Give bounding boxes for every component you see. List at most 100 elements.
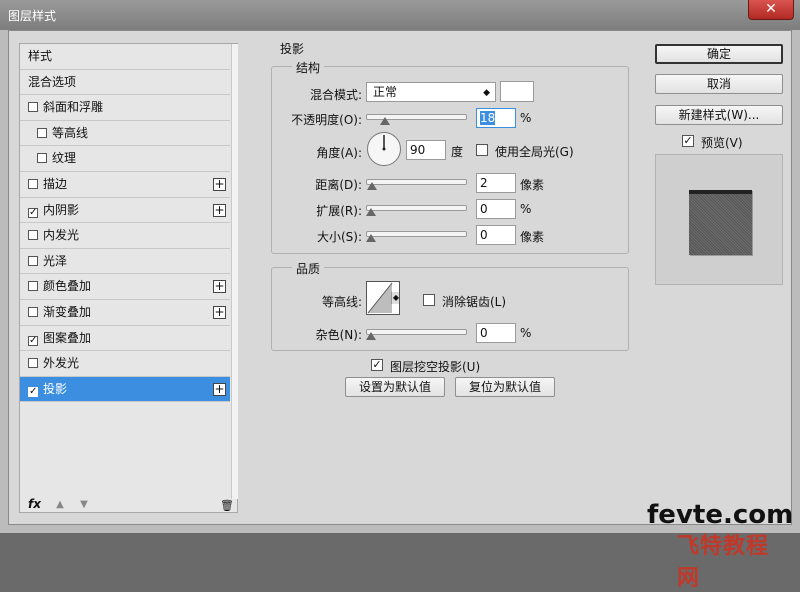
list-item-label: 样式 (28, 49, 53, 63)
noise-input[interactable]: 0 (476, 323, 516, 343)
size-unit: 像素 (520, 230, 545, 244)
size-label: 大小(S): (316, 230, 362, 244)
ok-button[interactable]: 确定 (655, 44, 783, 64)
add-effect-icon[interactable]: + (213, 382, 226, 396)
distance-slider[interactable] (366, 179, 467, 190)
list-item-label: 描边 (43, 176, 68, 191)
knockout-label: 图层挖空投影(U) (390, 360, 481, 374)
contour-picker[interactable]: ◆ (366, 281, 400, 315)
reset-default-button[interactable]: 复位为默认值 (455, 377, 555, 397)
size-input[interactable]: 0 (476, 225, 516, 245)
list-item-label: 投影 (43, 381, 68, 396)
check-icon: ✓ (683, 134, 693, 147)
angle-label: 角度(A): (316, 146, 362, 160)
opacity-input[interactable]: 18 (476, 108, 516, 128)
opacity-label: 不透明度(O): (291, 113, 362, 127)
preview-box (655, 154, 783, 285)
add-effect-icon[interactable]: + (213, 203, 226, 217)
make-default-button[interactable]: 设置为默认值 (345, 377, 445, 397)
list-item-checkbox[interactable] (37, 153, 47, 164)
list-item[interactable]: ✓ 投影 + (20, 376, 230, 403)
list-item[interactable]: 内发光 (20, 223, 230, 249)
title-bar: 图层样式 ✕ (0, 0, 800, 30)
opacity-slider-thumb[interactable] (379, 117, 390, 125)
watermark-site-name: 飞特教程网 (677, 534, 770, 591)
check-icon: ✓ (372, 358, 382, 371)
move-up-icon[interactable]: ▲ (54, 499, 66, 511)
window-title: 图层样式 (8, 9, 57, 23)
select-caret-icon: ◆ (483, 88, 490, 98)
distance-value: 2 (480, 176, 488, 190)
list-item[interactable]: 渐变叠加 + (20, 300, 230, 326)
opacity-slider[interactable] (366, 114, 467, 125)
list-item[interactable]: 纹理 (20, 146, 230, 172)
preview-swatch (689, 190, 752, 255)
list-item-label: 内发光 (43, 228, 80, 243)
distance-input[interactable]: 2 (476, 173, 516, 193)
list-scrollbar[interactable] (231, 44, 238, 499)
list-item[interactable]: ✓ 图案叠加 (20, 326, 230, 352)
blend-mode-select[interactable]: 正常 ◆ (366, 82, 496, 102)
list-item-checkbox[interactable]: ✓ (28, 207, 38, 218)
blend-mode-label: 混合模式: (309, 88, 362, 102)
spread-slider-thumb[interactable] (366, 208, 376, 216)
angle-dial[interactable] (367, 132, 401, 166)
section-title: 投影 (276, 40, 309, 57)
list-item[interactable]: 光泽 (20, 249, 230, 275)
list-item-blend-options[interactable]: 混合选项 (20, 70, 230, 96)
angle-input[interactable]: 90 (406, 140, 446, 160)
move-down-icon[interactable]: ▼ (78, 499, 90, 511)
global-light-label: 使用全局光(G) (495, 145, 574, 159)
size-slider-thumb[interactable] (366, 234, 376, 242)
list-item[interactable]: 等高线 (20, 121, 230, 147)
noise-slider-thumb[interactable] (366, 332, 376, 340)
size-slider[interactable] (366, 231, 467, 242)
preview-checkbox[interactable]: ✓ (682, 135, 694, 147)
list-item-label: 混合选项 (28, 74, 77, 89)
list-item[interactable]: 斜面和浮雕 (20, 95, 230, 121)
noise-slider[interactable] (366, 329, 467, 340)
list-item-checkbox[interactable]: ✓ (28, 335, 38, 346)
cancel-button[interactable]: 取消 (655, 74, 783, 94)
list-item-checkbox[interactable] (28, 358, 38, 369)
distance-slider-thumb[interactable] (367, 182, 377, 190)
list-item[interactable]: 描边 + (20, 172, 230, 198)
list-item-checkbox[interactable] (28, 281, 38, 292)
list-item-label: 内阴影 (43, 202, 80, 217)
spread-slider[interactable] (366, 205, 467, 216)
list-item[interactable]: 颜色叠加 + (20, 274, 230, 300)
list-item[interactable]: ✓ 内阴影 + (20, 198, 230, 224)
list-item-checkbox[interactable] (28, 102, 38, 113)
list-item-checkbox[interactable] (28, 306, 38, 317)
add-effect-icon[interactable]: + (213, 305, 226, 319)
add-effect-icon[interactable]: + (213, 280, 226, 294)
list-item[interactable]: 外发光 (20, 351, 230, 377)
contour-dropdown-icon[interactable]: ◆ (391, 292, 399, 304)
list-item-label: 图案叠加 (43, 330, 92, 345)
list-item-label: 等高线 (52, 125, 89, 140)
list-item-checkbox[interactable] (37, 127, 47, 138)
global-light-checkbox[interactable] (476, 144, 488, 156)
spread-input[interactable]: 0 (476, 199, 516, 219)
spread-label: 扩展(R): (316, 204, 362, 218)
list-item-checkbox[interactable]: ✓ (28, 386, 38, 397)
angle-value: 90 (410, 143, 426, 157)
shadow-color-swatch[interactable] (500, 81, 534, 102)
trash-icon[interactable]: 🗑 (220, 499, 234, 512)
noise-unit: % (520, 326, 532, 340)
knockout-checkbox[interactable]: ✓ (371, 359, 383, 371)
list-item-checkbox[interactable] (28, 230, 38, 241)
new-style-button[interactable]: 新建样式(W)... (655, 105, 783, 125)
list-item-checkbox[interactable] (28, 255, 38, 266)
dialog-body: 样式 混合选项 斜面和浮雕等高线纹理描边 + ✓ 内阴影 + 内发光光泽 颜色叠加 + 渐变叠加… (8, 30, 793, 591)
blend-mode-value: 正常 (373, 85, 398, 99)
close-button[interactable]: ✕ (748, 0, 794, 20)
list-item-styles[interactable]: 样式 (20, 44, 230, 70)
fx-icon[interactable]: fx (28, 497, 41, 511)
angle-unit: 度 (451, 145, 464, 159)
anti-alias-label: 消除锯齿(L) (442, 295, 507, 309)
anti-alias-checkbox[interactable] (423, 294, 435, 306)
add-effect-icon[interactable]: + (213, 177, 226, 191)
list-item-checkbox[interactable] (28, 178, 38, 189)
opacity-value: 18 (480, 111, 496, 125)
